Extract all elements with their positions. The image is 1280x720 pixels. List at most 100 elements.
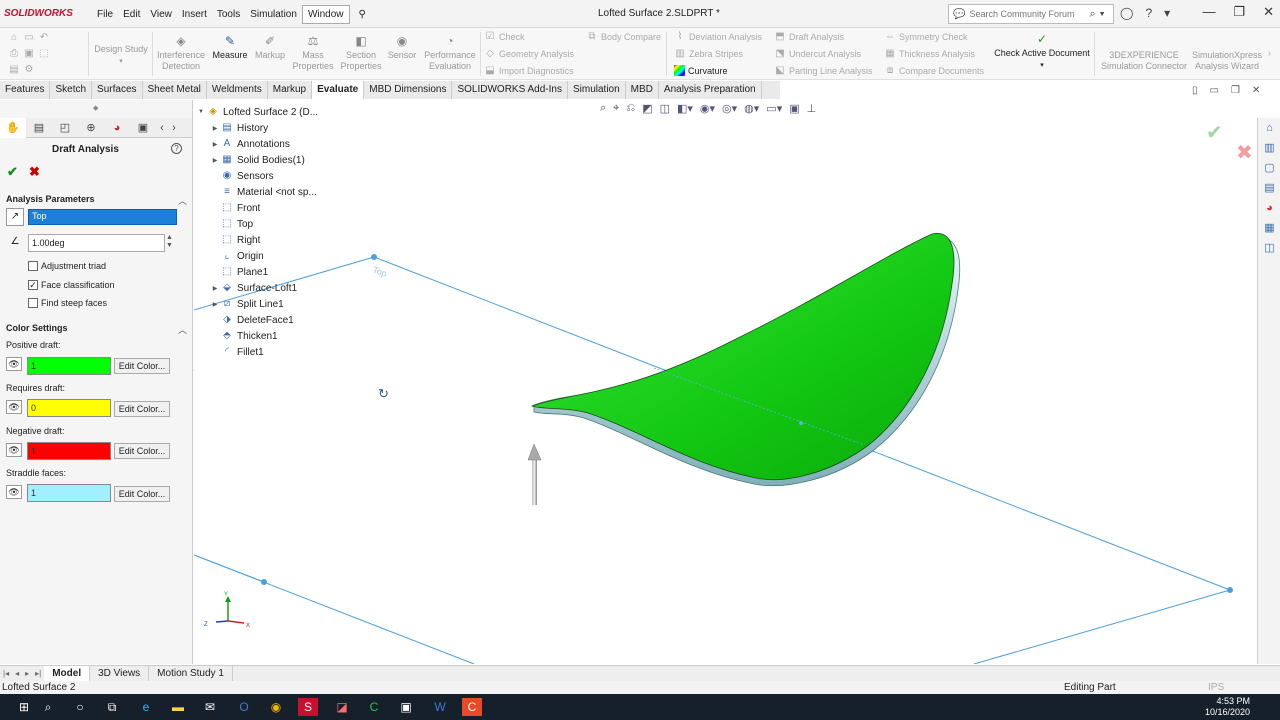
view-palette-icon[interactable]: ▤ xyxy=(1258,178,1280,198)
tree-item-history[interactable]: ▶ ▤ History xyxy=(210,120,268,136)
direction-of-pull-field[interactable]: Top xyxy=(28,209,177,225)
find-steep-faces-checkbox[interactable]: Find steep faces xyxy=(28,298,107,308)
tab-sheet-metal[interactable]: Sheet Metal xyxy=(143,81,207,99)
checkbox-box[interactable] xyxy=(28,261,38,271)
tree-item-fillet1[interactable]: ◜ Fillet1 xyxy=(210,344,264,360)
draft-analysis-button[interactable]: ⬒ Draft Analysis xyxy=(774,31,844,42)
task-view-icon[interactable]: ⧉ xyxy=(102,698,122,716)
edit-color-button[interactable]: Edit Color... xyxy=(114,358,170,374)
section-properties-button[interactable]: ◧ Section Properties xyxy=(338,34,384,72)
expand-arrow-icon[interactable]: ▶ xyxy=(210,301,220,308)
print-icon[interactable]: ⎙ xyxy=(8,48,20,59)
plane-handle[interactable] xyxy=(261,579,267,585)
user-icon[interactable]: ◯ xyxy=(1120,6,1133,20)
restore-icon[interactable]: ❐ xyxy=(1233,4,1245,20)
tab-evaluate[interactable]: Evaluate xyxy=(312,81,365,99)
dimxpert-tab[interactable]: ⊕ xyxy=(78,118,104,138)
menu-insert[interactable]: Insert xyxy=(177,9,212,20)
solidworks-resources-icon[interactable]: ⌂ xyxy=(1258,118,1280,138)
viewport-minimize-icon[interactable]: ▭ xyxy=(1210,85,1219,96)
performance-evaluation-button[interactable]: ◔ Performance Evaluation xyxy=(422,34,478,72)
tab-analysis-preparation[interactable]: Analysis Preparation xyxy=(659,81,762,99)
tree-item-split-line1[interactable]: ▶ ⧄ Split Line1 xyxy=(210,296,284,312)
graphics-area[interactable]: Top Y X Z xyxy=(193,100,1256,665)
measure-button[interactable]: ✎ Measure xyxy=(210,34,250,61)
tab-model[interactable]: Model xyxy=(44,665,91,682)
select-icon[interactable]: ⬚ xyxy=(38,48,50,59)
windows-start-icon[interactable]: ⊞ xyxy=(14,698,34,716)
zebra-stripes-button[interactable]: ▥ Zebra Stripes xyxy=(674,48,743,59)
tab-mbd[interactable]: MBD xyxy=(626,81,659,99)
photos-icon[interactable]: ▣ xyxy=(396,698,416,716)
split-line-point[interactable] xyxy=(799,421,803,425)
menu-window[interactable]: Window xyxy=(301,4,350,24)
tab-3d-views[interactable]: 3D Views xyxy=(90,665,150,682)
tab-weldments[interactable]: Weldments xyxy=(207,81,268,99)
parting-line-analysis-button[interactable]: ⬕ Parting Line Analysis xyxy=(774,65,872,76)
edge-icon[interactable]: e xyxy=(136,698,156,716)
chrome-icon[interactable]: ◉ xyxy=(266,698,286,716)
ok-check-icon[interactable]: ✔ xyxy=(7,164,18,180)
design-library-icon[interactable]: ▥ xyxy=(1258,138,1280,158)
pull-direction-arrowhead[interactable] xyxy=(527,443,542,461)
hide-show-icon[interactable]: ◎▾ xyxy=(722,102,737,115)
camtasia-recorder-icon[interactable]: C xyxy=(462,698,482,716)
first-tab-icon[interactable]: |◂ xyxy=(0,669,12,678)
feature-manager-tab[interactable]: ✋ xyxy=(0,118,26,138)
tabs-prev-icon[interactable]: ‹ xyxy=(156,118,168,138)
check-active-document-button[interactable]: ✓ Check Active Document ▾ xyxy=(992,32,1092,71)
cortana-icon[interactable]: ○ xyxy=(70,698,90,716)
tabs-next-icon[interactable]: › xyxy=(168,118,180,138)
tab-motion-study-1[interactable]: Motion Study 1 xyxy=(149,665,233,682)
tab-markup[interactable]: Markup xyxy=(268,81,313,99)
direction-of-pull-icon[interactable]: ↗ xyxy=(6,208,24,226)
pull-direction-arrow[interactable] xyxy=(532,460,537,505)
tree-item-top-plane[interactable]: ⬚ Top xyxy=(210,216,253,232)
menu-simulation[interactable]: Simulation xyxy=(245,9,302,20)
display-style-icon[interactable]: ◉▾ xyxy=(700,102,715,115)
tree-item-annotations[interactable]: ▶ A Annotations xyxy=(210,136,290,152)
options-icon[interactable]: ▾ xyxy=(1164,6,1170,20)
configuration-manager-tab[interactable]: ◰ xyxy=(52,118,78,138)
apply-scene-icon[interactable]: ▭▾ xyxy=(766,102,782,115)
design-study-button[interactable]: Design Study ▾ xyxy=(92,44,150,67)
word-icon[interactable]: W xyxy=(430,698,450,716)
tab-sketch[interactable]: Sketch xyxy=(50,81,93,99)
plane-handle[interactable] xyxy=(1227,587,1233,593)
checkbox-box[interactable] xyxy=(28,298,38,308)
markup-button[interactable]: ✐ Markup xyxy=(252,34,288,61)
angle-spinner[interactable]: ▲ ▼ xyxy=(166,234,173,250)
solidworks-taskbar-icon[interactable]: S xyxy=(298,698,318,716)
collapse-chevron-icon[interactable]: ︿ xyxy=(178,194,187,207)
solidworks-logo[interactable]: SOLIDWORKS xyxy=(4,8,73,19)
camtasia-icon[interactable]: C xyxy=(364,698,384,716)
analysis-parameters-header[interactable]: Analysis Parameters xyxy=(6,194,95,204)
expand-arrow-icon[interactable]: ▼ xyxy=(196,109,206,115)
import-diagnostics-button[interactable]: ⬓ Import Diagnostics xyxy=(484,65,573,76)
new-doc-icon[interactable]: ▭ xyxy=(23,32,35,43)
tab-surfaces[interactable]: Surfaces xyxy=(92,81,143,99)
zoom-to-fit-icon[interactable]: ⌕ xyxy=(600,102,606,115)
status-units[interactable]: IPS xyxy=(1208,682,1224,693)
eye-icon[interactable]: 👁 xyxy=(6,400,22,414)
expand-arrow-icon[interactable]: ▶ xyxy=(210,285,220,292)
model-viewport[interactable]: Top Y X Z xyxy=(193,100,1256,665)
expand-arrow-icon[interactable]: ▶ xyxy=(210,141,220,148)
sensor-button[interactable]: ◉ Sensor xyxy=(386,34,418,61)
panel-grip-icon[interactable]: ◆ xyxy=(93,104,98,112)
menu-edit[interactable]: Edit xyxy=(118,9,145,20)
tree-item-right-plane[interactable]: ⬚ Right xyxy=(210,232,260,248)
prev-tab-icon[interactable]: ◂ xyxy=(12,669,22,678)
tree-item-surface-loft1[interactable]: ▶ ⬙ Surface-Loft1 xyxy=(210,280,297,296)
edit-color-button[interactable]: Edit Color... xyxy=(114,401,170,417)
menu-view[interactable]: View xyxy=(145,9,177,20)
tree-item-thicken1[interactable]: ⬘ Thicken1 xyxy=(210,328,277,344)
undo-icon[interactable]: ↶ xyxy=(38,32,50,43)
search-box[interactable]: 💬 ⌕ ▼ xyxy=(948,4,1114,24)
view-orientation-icon[interactable]: ◧▾ xyxy=(677,102,693,115)
file-explorer-icon[interactable]: ▢ xyxy=(1258,158,1280,178)
close-icon[interactable]: ✕ xyxy=(1263,4,1274,20)
viewport-restore-icon[interactable]: ▯ xyxy=(1192,85,1198,96)
checkbox-box[interactable]: ✓ xyxy=(28,280,38,290)
confirmation-ok-icon[interactable]: ✔ xyxy=(1206,120,1223,145)
